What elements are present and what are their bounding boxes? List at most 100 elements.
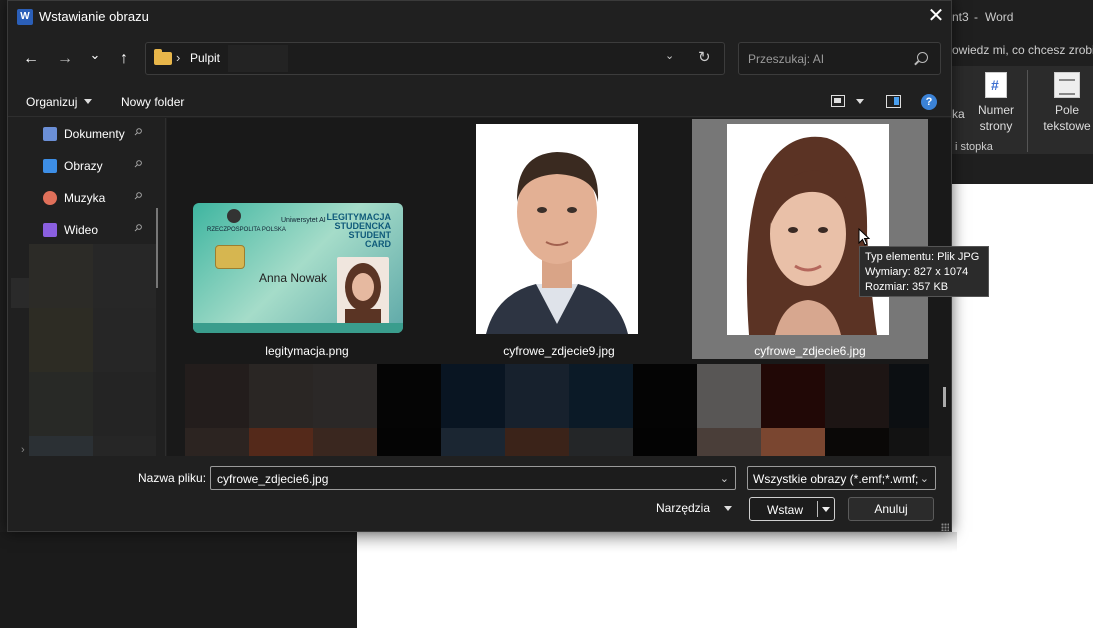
redacted-block (93, 436, 156, 456)
text-box-icon (1054, 72, 1080, 98)
filetype-value: Wszystkie obrazy (*.emf;*.wmf; (753, 472, 918, 486)
redacted-block (825, 428, 889, 456)
view-dropdown-icon[interactable] (856, 99, 864, 104)
eagle-emblem-icon (227, 209, 241, 223)
page-number-label: Numer strony (977, 103, 1014, 133)
sidebar-item-documents[interactable]: Dokumenty ⚲ (8, 119, 158, 149)
sidebar-scrollbar[interactable] (156, 208, 158, 288)
redacted-block (825, 364, 889, 428)
content-scrollbar[interactable] (943, 387, 946, 407)
up-button[interactable]: ↑ (114, 48, 134, 70)
redacted-block (889, 428, 929, 456)
refresh-icon[interactable]: ↻ (698, 48, 711, 66)
ribbon-partial-label: ka (952, 107, 965, 121)
tooltip-type: Typ elementu: Plik JPG (865, 251, 980, 263)
change-view-icon[interactable] (831, 95, 845, 107)
search-placeholder: Przeszukaj: AI (748, 52, 825, 66)
pin-icon: ⚲ (131, 190, 145, 203)
file-tile[interactable]: RZECZPOSPOLITA POLSKA Uniwersytet AI LEG… (189, 118, 425, 358)
new-folder-button[interactable]: Nowy folder (121, 95, 184, 109)
pin-icon: ⚲ (131, 126, 145, 139)
filename-input[interactable]: cyfrowe_zdjecie6.jpg ⌄ (210, 466, 736, 490)
redacted-block (441, 364, 505, 428)
sidebar-item-label: Wideo (64, 223, 99, 237)
address-redacted-area (228, 45, 288, 72)
redacted-block (889, 364, 929, 428)
resize-grip-icon[interactable] (941, 523, 949, 531)
file-name: cyfrowe_zdjecie9.jpg (503, 344, 615, 358)
redacted-block (761, 364, 825, 428)
sidebar-item-label: Muzyka (64, 191, 106, 205)
navigation-pane: Dokumenty ⚲ Obrazy ⚲ Muzyka ⚲ Wideo ⚲ › (8, 118, 166, 456)
ribbon-separator (1027, 70, 1028, 152)
file-tile-selected[interactable]: cyfrowe_zdjecie6.jpg (692, 119, 928, 359)
page-number-button[interactable]: Numer strony (972, 72, 1020, 134)
word-title-bar: nt3 - Word (952, 0, 1093, 34)
ribbon-group-label: i stopka (955, 141, 993, 153)
tools-button[interactable]: Narzędzia (656, 501, 710, 515)
close-button[interactable]: ✕ (921, 1, 951, 33)
cancel-button[interactable]: Anuluj (848, 497, 934, 521)
file-tile[interactable]: cyfrowe_zdjecie9.jpg (441, 118, 677, 358)
sidebar-item-label: Dokumenty (64, 127, 125, 141)
insert-button[interactable]: Wstaw (749, 497, 835, 521)
back-button[interactable]: ← (21, 48, 41, 70)
music-icon (43, 191, 57, 205)
redacted-block (377, 428, 441, 456)
redacted-block (185, 364, 249, 428)
redacted-block (11, 278, 29, 308)
redacted-block (441, 428, 505, 456)
help-icon[interactable]: ? (921, 94, 937, 110)
preview-pane-icon[interactable] (886, 95, 901, 108)
dialog-footer: Nazwa pliku: cyfrowe_zdjecie6.jpg ⌄ Wszy… (8, 457, 951, 533)
redacted-block (29, 244, 93, 308)
tools-dropdown-icon[interactable] (724, 506, 732, 511)
word-app-icon: W (17, 9, 33, 25)
filetype-select[interactable]: Wszystkie obrazy (*.emf;*.wmf; ⌄ (747, 466, 936, 490)
redacted-block (313, 428, 377, 456)
sidebar-item-pictures[interactable]: Obrazy ⚲ (8, 151, 158, 181)
id-card-stripe (193, 323, 403, 333)
expand-chevron-icon[interactable]: › (21, 444, 25, 456)
redacted-block (633, 364, 697, 428)
page-number-icon (985, 72, 1007, 98)
dialog-title: Wstawianie obrazu (39, 9, 149, 24)
text-box-button[interactable]: Pole tekstowe (1036, 72, 1093, 134)
breadcrumb-location[interactable]: Pulpit (190, 51, 220, 65)
word-tell-me[interactable]: owiedz mi, co chcesz zrobi (952, 34, 1093, 66)
pin-icon: ⚲ (131, 158, 145, 171)
redacted-block (505, 364, 569, 428)
insert-label: Wstaw (767, 503, 803, 517)
documents-icon (43, 127, 57, 141)
address-bar[interactable]: › Pulpit ⌄ ↻ (145, 42, 725, 75)
sidebar-item-music[interactable]: Muzyka ⚲ (8, 183, 158, 213)
redacted-block (185, 428, 249, 456)
organize-button[interactable]: Organizuj (26, 95, 92, 109)
mouse-cursor-icon (858, 228, 870, 246)
redacted-block (569, 428, 633, 456)
redacted-block (569, 364, 633, 428)
sidebar-item-video[interactable]: Wideo ⚲ (8, 215, 158, 245)
filename-label: Nazwa pliku: (138, 471, 207, 485)
filetype-dropdown-icon[interactable]: ⌄ (920, 472, 929, 485)
forward-button[interactable]: → (55, 48, 75, 70)
breadcrumb-chevron-icon: › (176, 50, 181, 65)
dialog-title-bar: W Wstawianie obrazu ✕ (8, 1, 951, 33)
address-dropdown-icon[interactable]: ⌄ (665, 49, 674, 62)
text-box-label: Pole tekstowe (1043, 103, 1091, 133)
file-tooltip: Typ elementu: Plik JPG Wymiary: 827 x 10… (859, 246, 989, 297)
search-box[interactable]: Przeszukaj: AI (738, 42, 941, 75)
recent-locations-button[interactable]: ⌄ (85, 44, 105, 66)
pin-icon: ⚲ (131, 222, 145, 235)
id-university: Uniwersytet AI (281, 217, 326, 224)
video-icon (43, 223, 57, 237)
insert-dropdown-icon[interactable] (822, 507, 830, 512)
redacted-block (633, 428, 697, 456)
filename-dropdown-icon[interactable]: ⌄ (720, 472, 729, 485)
file-name: cyfrowe_zdjecie6.jpg (754, 344, 866, 358)
ribbon-bottom-edge (952, 154, 1093, 184)
folder-icon (154, 49, 172, 65)
redacted-block (697, 364, 761, 428)
ribbon-partial-item[interactable]: ka (952, 76, 970, 122)
redacted-thumbnails-row (185, 364, 951, 456)
